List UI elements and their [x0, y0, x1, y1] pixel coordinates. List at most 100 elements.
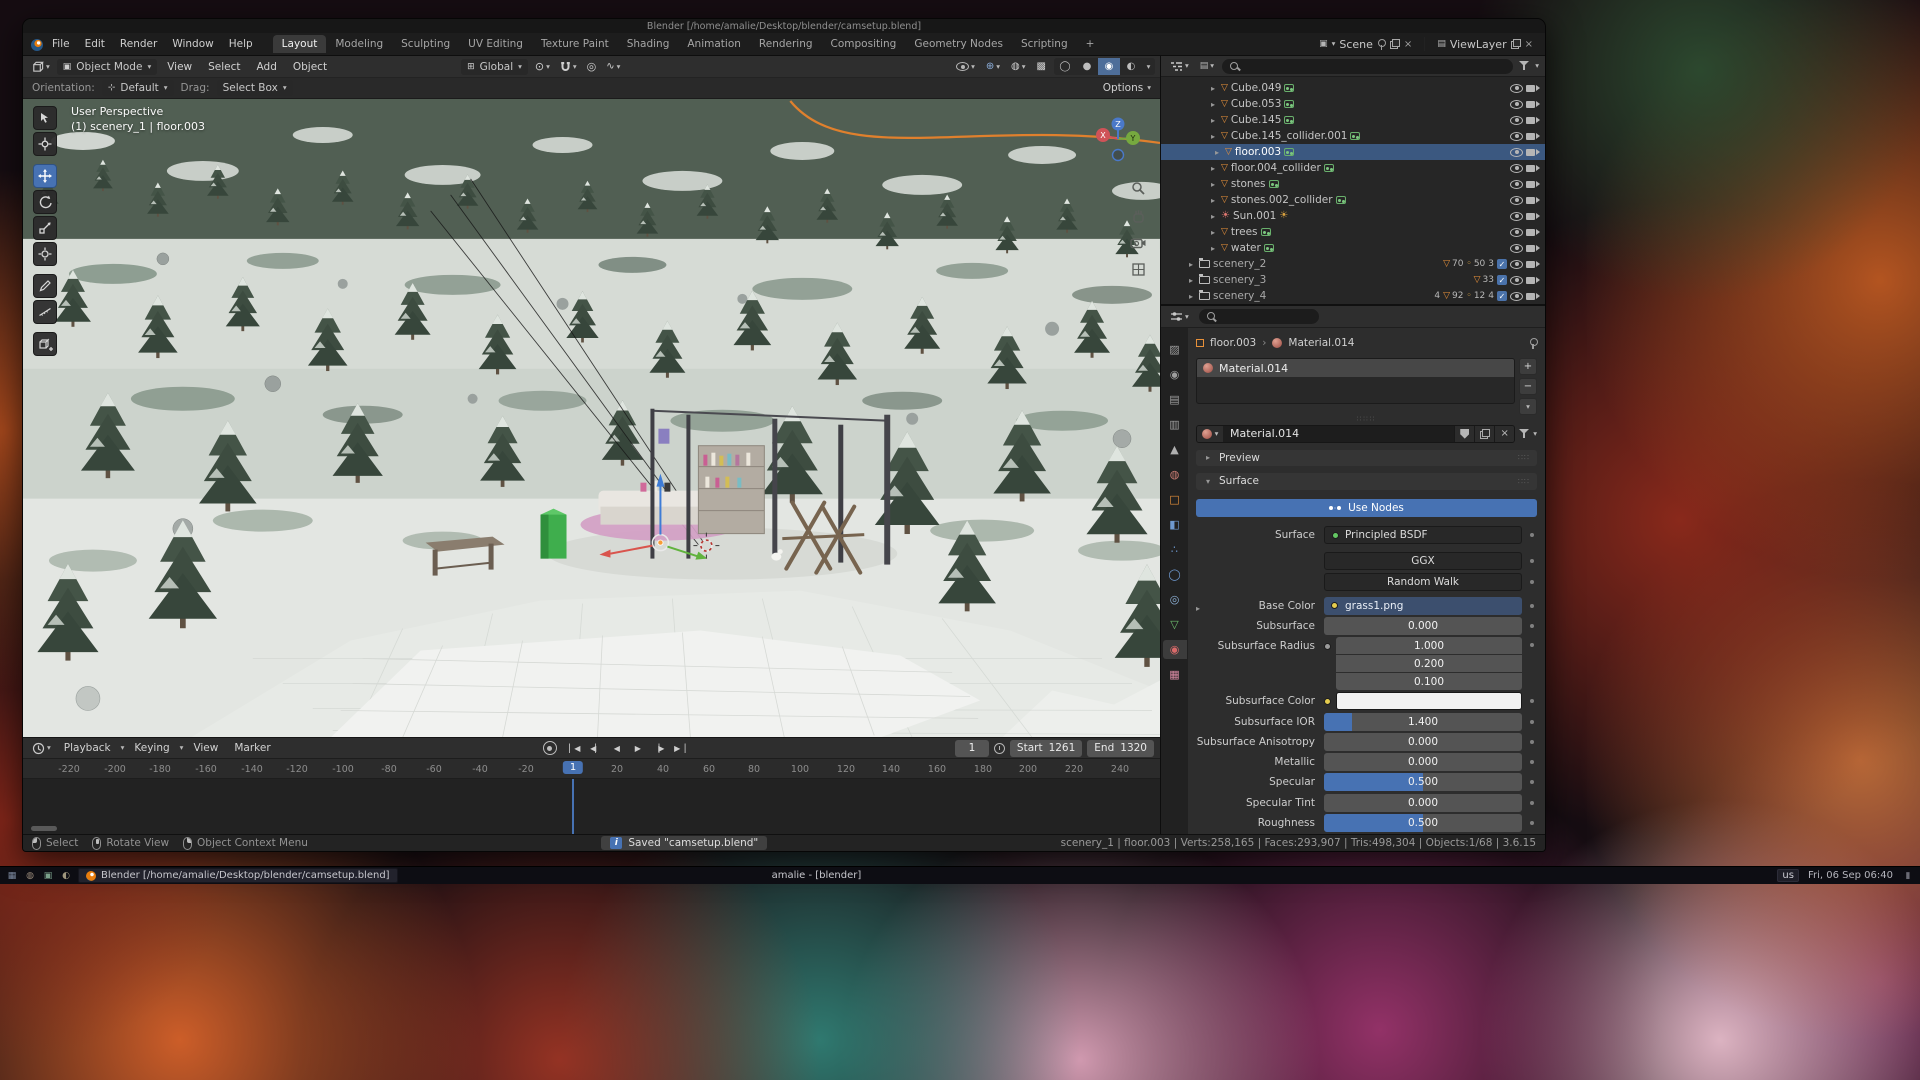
move-tool[interactable]: [33, 164, 57, 188]
tab-view-layer[interactable]: ▥: [1163, 415, 1187, 434]
pivot-point-dropdown[interactable]: ⊙▾: [532, 59, 553, 74]
transform-tool[interactable]: [33, 242, 57, 266]
radius-y-field[interactable]: 0.200: [1336, 655, 1522, 672]
menu-object[interactable]: Object: [287, 59, 333, 75]
material-name-field[interactable]: Material.014: [1223, 426, 1454, 442]
animate-dot[interactable]: [1527, 604, 1537, 608]
window-titlebar[interactable]: Blender [/home/amalie/Desktop/blender/ca…: [23, 19, 1545, 33]
keyboard-layout-indicator[interactable]: us: [1777, 869, 1799, 882]
tab-particles[interactable]: ∴: [1163, 540, 1187, 559]
disable-in-renders-toggle[interactable]: [1526, 84, 1540, 93]
hide-in-viewport-toggle[interactable]: [1510, 132, 1523, 141]
filter-icon[interactable]: [1518, 61, 1530, 71]
menu-add[interactable]: Add: [251, 59, 283, 75]
clock[interactable]: Fri, 06 Sep 06:40: [1808, 870, 1893, 881]
collection-checkbox[interactable]: ✓: [1497, 275, 1507, 285]
animate-dot[interactable]: [1527, 643, 1537, 647]
outliner-display-mode-dropdown[interactable]: ▤▾: [1197, 60, 1217, 72]
disable-in-renders-toggle[interactable]: [1526, 180, 1540, 189]
editor-type-properties[interactable]: ▾: [1167, 310, 1192, 323]
hide-in-viewport-toggle[interactable]: [1510, 196, 1523, 205]
subsurface-method-dropdown[interactable]: Random Walk: [1324, 573, 1522, 591]
menu-keying[interactable]: Keying: [128, 740, 175, 756]
tab-modeling[interactable]: Modeling: [326, 35, 392, 53]
outliner-collection-row[interactable]: ▸scenery_2▽70◦503✓: [1161, 256, 1545, 272]
gizmos-dropdown[interactable]: ⊕▾: [983, 60, 1003, 73]
tab-shading[interactable]: Shading: [618, 35, 679, 53]
hide-in-viewport-toggle[interactable]: [1510, 212, 1523, 221]
animate-dot[interactable]: [1527, 559, 1537, 563]
properties-search-input[interactable]: [1199, 309, 1319, 324]
play-reverse-button[interactable]: ◀: [607, 740, 626, 756]
distribution-dropdown[interactable]: GGX: [1324, 552, 1522, 570]
base-color-image-field[interactable]: grass1.png: [1324, 597, 1522, 615]
outliner-row[interactable]: ▸▽Cube.145_collider.001: [1161, 128, 1545, 144]
animate-dot[interactable]: [1527, 720, 1537, 724]
overlays-dropdown[interactable]: ◍▾: [1008, 60, 1029, 73]
proportional-editing-toggle[interactable]: ◎: [584, 59, 600, 74]
transform-orientation-dropdown[interactable]: ⊞ Global ▾: [461, 59, 528, 75]
specular-slider[interactable]: 0.500: [1324, 773, 1522, 791]
hide-in-viewport-toggle[interactable]: [1510, 228, 1523, 237]
hide-in-viewport-toggle[interactable]: [1510, 276, 1523, 285]
subsurface-ior-slider[interactable]: 1.400: [1324, 713, 1522, 731]
add-material-slot-button[interactable]: +: [1519, 358, 1537, 375]
new-material-button[interactable]: [1474, 426, 1494, 442]
expand-icon[interactable]: ▸: [1186, 276, 1196, 285]
tab-geometry-nodes[interactable]: Geometry Nodes: [905, 35, 1012, 53]
tab-rendering[interactable]: Rendering: [750, 35, 822, 53]
unlink-scene-icon[interactable]: ×: [1404, 39, 1412, 50]
outliner-row[interactable]: ▸▽water: [1161, 240, 1545, 256]
snap-toggle[interactable]: ▾: [557, 60, 580, 74]
hide-in-viewport-toggle[interactable]: [1510, 260, 1523, 269]
select-box-tool[interactable]: [33, 106, 57, 130]
specular-tint-slider[interactable]: 0.000: [1324, 794, 1522, 812]
panel-surface[interactable]: ▾ Surface ∷∷: [1196, 473, 1537, 489]
hide-in-viewport-toggle[interactable]: [1510, 116, 1523, 125]
zoom-icon[interactable]: [1131, 181, 1146, 199]
roughness-slider[interactable]: 0.500: [1324, 814, 1522, 832]
expand-icon[interactable]: ▸: [1208, 100, 1218, 109]
menu-view[interactable]: View: [161, 59, 198, 75]
outliner-collection-row[interactable]: ▸scenery_44▽92◦124✓: [1161, 288, 1545, 304]
disable-in-renders-toggle[interactable]: [1526, 228, 1540, 237]
surface-shader-dropdown[interactable]: Principled BSDF: [1324, 526, 1522, 544]
navigation-gizmo[interactable]: X Y Z: [1089, 110, 1147, 171]
menu-timeline-view[interactable]: View: [187, 740, 224, 756]
material-slot-active[interactable]: Material.014: [1197, 359, 1514, 377]
outliner-row[interactable]: ▸▽floor.004_collider: [1161, 160, 1545, 176]
disable-in-renders-toggle[interactable]: [1526, 132, 1540, 141]
current-frame-indicator[interactable]: 1: [563, 761, 583, 774]
radius-x-field[interactable]: 1.000: [1336, 637, 1522, 654]
tab-scene[interactable]: ▲: [1163, 440, 1187, 459]
start-frame-field[interactable]: Start 1261: [1010, 740, 1082, 757]
3d-scene-canvas[interactable]: [23, 99, 1160, 737]
menu-playback[interactable]: Playback: [58, 740, 117, 756]
pin-icon[interactable]: [1377, 39, 1386, 50]
panel-grip[interactable]: ∷∷: [1518, 477, 1530, 486]
filter-chevron[interactable]: ▾: [1535, 62, 1539, 70]
outliner-row[interactable]: ▸☀Sun.001☀: [1161, 208, 1545, 224]
animate-dot[interactable]: [1527, 624, 1537, 628]
outliner-row[interactable]: ▸▽Cube.145: [1161, 112, 1545, 128]
disable-in-renders-toggle[interactable]: [1526, 116, 1540, 125]
save-notification[interactable]: iSaved "camsetup.blend": [601, 836, 767, 850]
editor-type-timeline[interactable]: ▾: [29, 741, 54, 756]
expand-icon[interactable]: ▸: [1208, 84, 1218, 93]
browse-material-button[interactable]: ▾: [1197, 426, 1223, 442]
disable-in-renders-toggle[interactable]: [1526, 260, 1540, 269]
editor-type-outliner[interactable]: ▾: [1167, 60, 1192, 73]
end-frame-field[interactable]: End 1320: [1087, 740, 1154, 757]
shading-rendered-button[interactable]: ◐: [1120, 58, 1142, 75]
shading-material-preview-button[interactable]: ◉: [1098, 58, 1120, 75]
snap-settings-chevron[interactable]: ▾: [573, 63, 577, 71]
shading-wireframe-button[interactable]: ◯: [1054, 58, 1076, 75]
menu-render[interactable]: Render: [113, 36, 164, 52]
disable-in-renders-toggle[interactable]: [1526, 100, 1540, 109]
menu-select[interactable]: Select: [202, 59, 246, 75]
current-frame-line[interactable]: [572, 779, 574, 834]
outliner-row[interactable]: ▸▽stones: [1161, 176, 1545, 192]
next-keyframe-button[interactable]: ▕▶: [649, 740, 668, 756]
disable-in-renders-toggle[interactable]: [1526, 292, 1540, 301]
annotate-tool[interactable]: [33, 274, 57, 298]
